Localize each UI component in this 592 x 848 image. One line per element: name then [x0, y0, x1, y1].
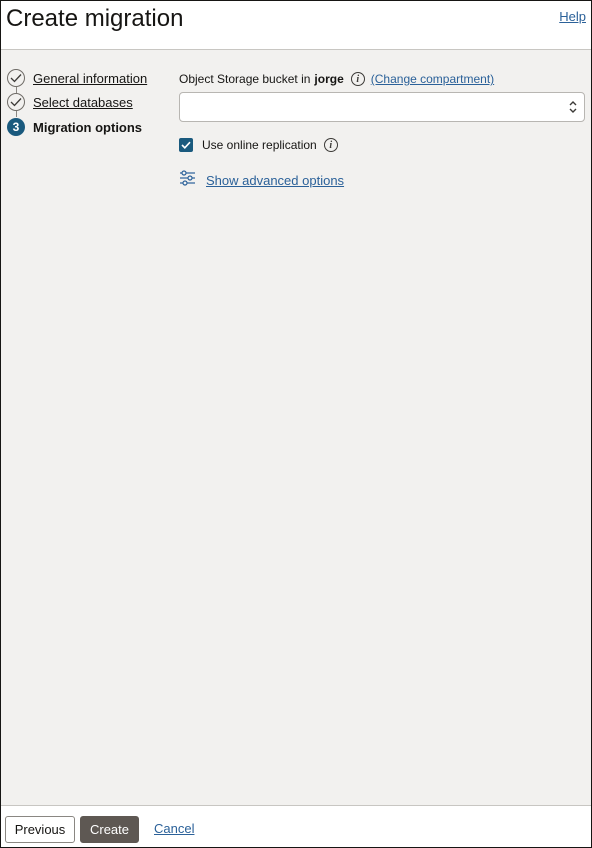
- step-migration-options: 3 Migration options: [7, 117, 167, 137]
- step-select-databases[interactable]: Select databases: [7, 92, 167, 112]
- create-button[interactable]: Create: [80, 816, 139, 843]
- step-label: Migration options: [33, 119, 143, 135]
- panel-footer: Previous Create Cancel: [1, 805, 591, 847]
- change-compartment-link[interactable]: (Change compartment): [371, 72, 494, 86]
- check-circle-icon: [7, 93, 25, 111]
- show-advanced-options[interactable]: Show advanced options: [179, 169, 344, 191]
- create-migration-panel: Create migration Help General informatio…: [0, 0, 592, 848]
- chevron-up-down-icon: [568, 99, 578, 115]
- online-replication-checkbox[interactable]: [179, 138, 193, 152]
- previous-button[interactable]: Previous: [5, 816, 75, 843]
- bucket-select[interactable]: [179, 92, 585, 122]
- compartment-name: jorge: [314, 72, 344, 86]
- advanced-options-label[interactable]: Show advanced options: [206, 173, 344, 188]
- step-general-information[interactable]: General information: [7, 68, 167, 88]
- help-link[interactable]: Help: [559, 9, 586, 24]
- step-label[interactable]: General information: [33, 71, 147, 86]
- step-label[interactable]: Select databases: [33, 95, 133, 110]
- panel-header: Create migration Help: [1, 1, 591, 50]
- info-icon[interactable]: i: [323, 138, 338, 152]
- step-number-badge: 3: [7, 118, 25, 136]
- cancel-link[interactable]: Cancel: [154, 821, 194, 836]
- bucket-field-label: Object Storage bucket in jorge i (Change…: [179, 72, 494, 86]
- online-replication-label: Use online replication: [202, 138, 317, 152]
- sliders-icon: [179, 169, 196, 191]
- check-circle-icon: [7, 69, 25, 87]
- online-replication-row: Use online replication i: [179, 137, 338, 153]
- page-title: Create migration: [6, 5, 184, 32]
- bucket-label-text: Object Storage bucket in: [179, 72, 311, 86]
- checkmark-icon: [181, 141, 191, 149]
- info-icon[interactable]: i: [350, 72, 365, 86]
